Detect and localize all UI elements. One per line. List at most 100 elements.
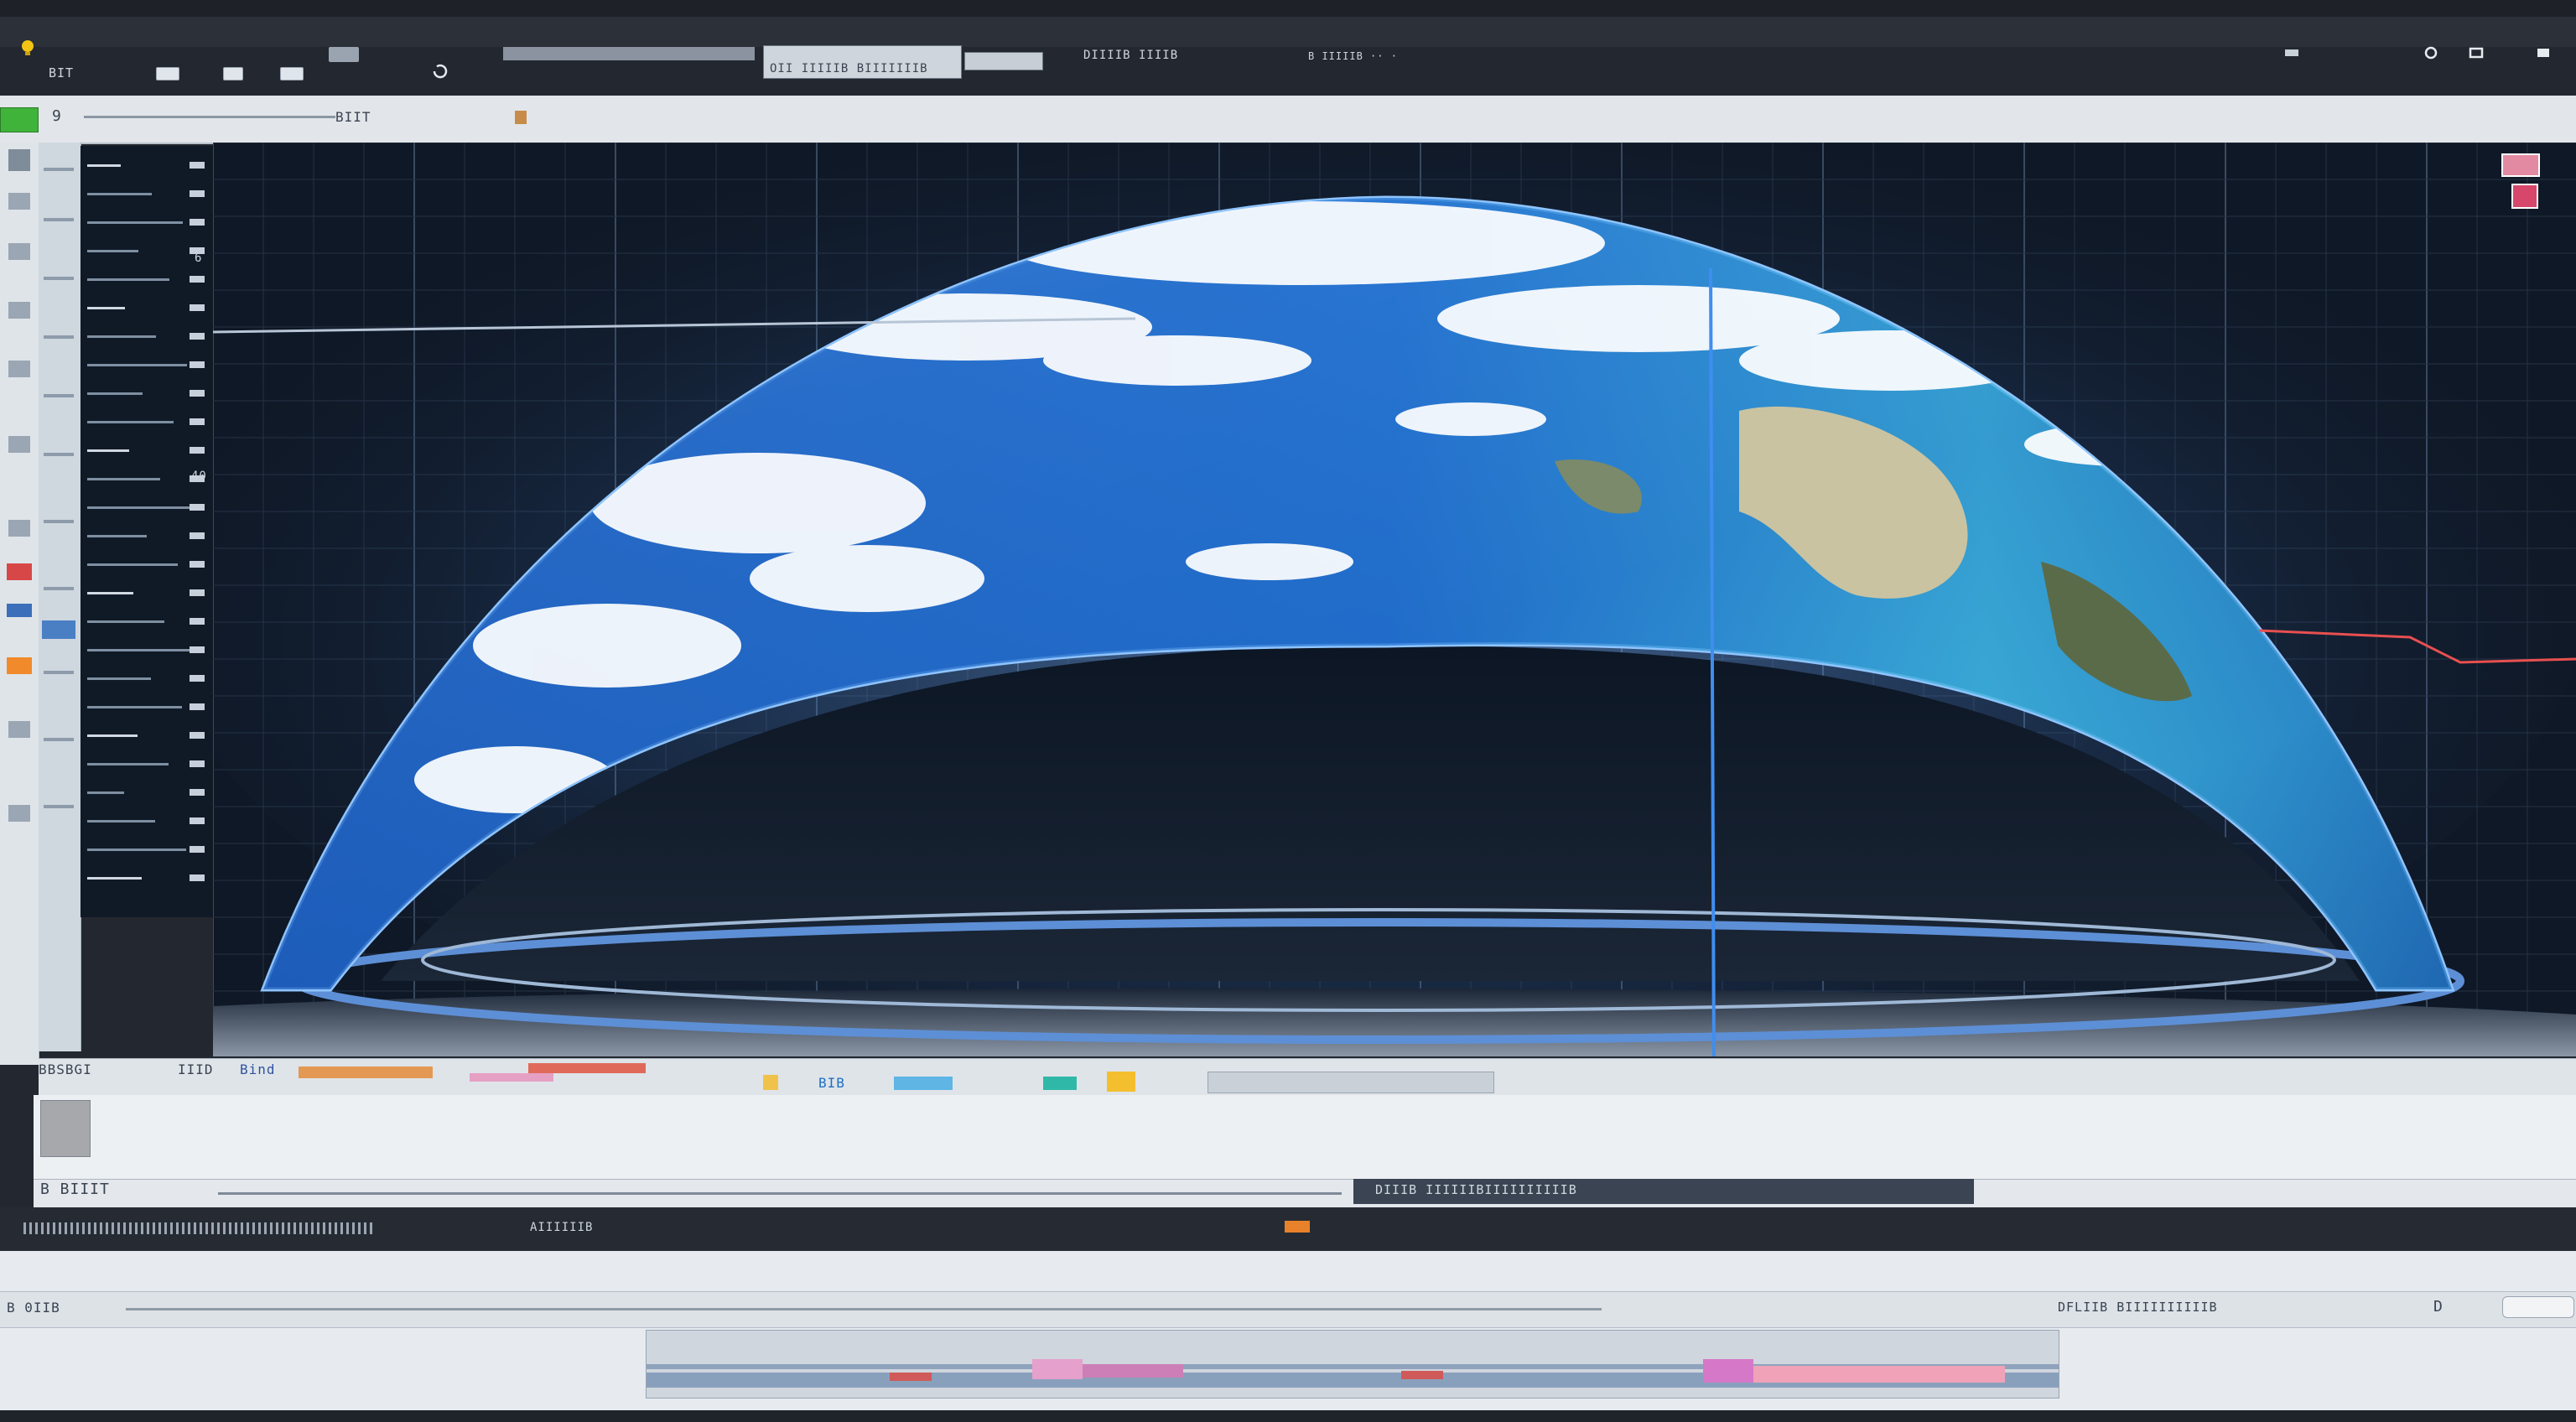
layer-row[interactable]: [44, 394, 74, 397]
property-value-chip[interactable]: [190, 646, 205, 653]
layer-row[interactable]: [44, 520, 74, 523]
property-value-chip[interactable]: [190, 418, 205, 425]
property-row[interactable]: [87, 734, 138, 737]
tool-orange-marker-icon[interactable]: [7, 657, 32, 674]
tool-blue-marker-icon[interactable]: [7, 604, 32, 617]
property-row[interactable]: [87, 364, 187, 366]
bulb-icon[interactable]: [17, 37, 39, 59]
property-row[interactable]: [87, 392, 143, 395]
property-row[interactable]: [87, 307, 125, 309]
property-value-chip[interactable]: [190, 304, 205, 311]
viewport-pink-icon[interactable]: [2501, 153, 2540, 177]
menu-right-text[interactable]: DIIIIB IIIIB: [1083, 49, 1178, 62]
status-cyan-chip[interactable]: [894, 1077, 953, 1090]
top-view-button[interactable]: [280, 67, 304, 80]
property-row[interactable]: [87, 449, 129, 452]
property-value-chip[interactable]: [190, 703, 205, 710]
property-row[interactable]: [87, 620, 164, 623]
property-value-chip[interactable]: [190, 390, 205, 397]
tool-move-icon[interactable]: [8, 243, 30, 260]
tool-select-icon[interactable]: [8, 193, 30, 210]
property-value-chip[interactable]: [190, 760, 205, 767]
property-row[interactable]: [87, 478, 160, 480]
menu-center-text[interactable]: OII IIIIIB BIIIIIIIB: [770, 62, 928, 75]
track-orange-marker[interactable]: [1285, 1221, 1310, 1233]
status-teal-chip[interactable]: [1043, 1077, 1077, 1090]
property-value-chip[interactable]: [190, 675, 205, 682]
tool-zoom-icon[interactable]: [8, 721, 30, 738]
status-tag[interactable]: Bind: [240, 1061, 276, 1077]
tool-picker-icon[interactable]: [8, 520, 30, 537]
property-value-chip[interactable]: [190, 817, 205, 824]
property-value-chip[interactable]: [190, 219, 205, 226]
toolbar-orange-chip[interactable]: [515, 111, 527, 124]
property-row[interactable]: [87, 649, 195, 651]
layer-row[interactable]: [44, 671, 74, 674]
layer-row[interactable]: [44, 453, 74, 456]
property-value-chip[interactable]: [190, 447, 205, 454]
refresh-icon[interactable]: [429, 60, 451, 82]
maximize-icon[interactable]: [2465, 42, 2487, 64]
status-orange-bar[interactable]: [299, 1066, 433, 1078]
property-row[interactable]: [87, 164, 121, 167]
property-row[interactable]: [87, 706, 182, 708]
property-row[interactable]: [87, 849, 186, 851]
top-toggle-button[interactable]: [156, 67, 179, 80]
layer-row[interactable]: [44, 587, 74, 590]
property-row[interactable]: [87, 221, 183, 224]
layer-row[interactable]: [44, 335, 74, 339]
footer-end-button[interactable]: [2502, 1296, 2574, 1318]
property-value-chip[interactable]: [190, 732, 205, 739]
property-value-chip[interactable]: [190, 874, 205, 881]
track-ruler[interactable]: [23, 1222, 376, 1234]
status-pink-bar[interactable]: [470, 1073, 553, 1082]
layer-row[interactable]: [44, 277, 74, 280]
property-value-chip[interactable]: [190, 361, 205, 368]
tool-grid-icon[interactable]: [8, 149, 30, 171]
status-red-bar[interactable]: [528, 1063, 646, 1073]
property-row[interactable]: [87, 563, 178, 566]
tool-red-marker-icon[interactable]: [7, 563, 32, 580]
property-row[interactable]: [87, 791, 124, 794]
property-value-chip[interactable]: [190, 789, 205, 796]
property-value-chip[interactable]: [190, 190, 205, 197]
swatch-preview[interactable]: [40, 1100, 91, 1157]
menu-tab-right[interactable]: [964, 52, 1043, 70]
property-value-chip[interactable]: [190, 333, 205, 340]
property-row[interactable]: [87, 877, 142, 880]
property-row[interactable]: [87, 592, 133, 594]
layer-selected-row[interactable]: [42, 620, 75, 639]
toolbar-green-badge[interactable]: [0, 107, 39, 132]
layer-row[interactable]: [44, 168, 74, 171]
viewport-canvas[interactable]: [213, 143, 2576, 1056]
tool-rotate-icon[interactable]: [8, 361, 30, 377]
viewport[interactable]: [213, 143, 2576, 1056]
property-row[interactable]: [87, 820, 155, 823]
property-row[interactable]: [87, 421, 174, 423]
property-value-chip[interactable]: [190, 532, 205, 539]
clip-strip[interactable]: [646, 1330, 2059, 1399]
record-icon[interactable]: [2420, 42, 2442, 64]
property-row[interactable]: [87, 278, 169, 281]
property-row[interactable]: [87, 250, 138, 252]
tool-scale-icon[interactable]: [8, 302, 30, 319]
property-value-chip[interactable]: [190, 162, 205, 169]
status-yellow-chip[interactable]: [763, 1075, 778, 1090]
property-value-chip[interactable]: [190, 589, 205, 596]
property-row[interactable]: [87, 193, 152, 195]
property-value-chip[interactable]: [190, 276, 205, 283]
tool-hand-icon[interactable]: [8, 805, 30, 822]
status-yellow-flag[interactable]: [1107, 1072, 1135, 1092]
property-value-chip[interactable]: [190, 561, 205, 568]
property-row[interactable]: [87, 535, 147, 537]
property-value-chip[interactable]: [190, 618, 205, 625]
property-value-chip[interactable]: [190, 504, 205, 511]
layer-row[interactable]: [44, 218, 74, 221]
property-value-chip[interactable]: [190, 846, 205, 853]
property-row[interactable]: [87, 335, 156, 338]
property-row[interactable]: [87, 506, 191, 509]
layer-row[interactable]: [44, 738, 74, 741]
tool-brush-icon[interactable]: [8, 436, 30, 453]
close-icon[interactable]: [2532, 42, 2554, 64]
minimize-icon[interactable]: [2281, 42, 2303, 64]
